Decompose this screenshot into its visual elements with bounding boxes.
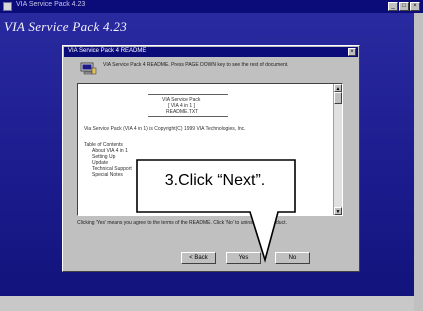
scroll-down-icon[interactable]: ▼	[334, 207, 342, 215]
dialog-titlebar[interactable]: VIA Service Pack 4 README ×	[64, 47, 358, 57]
readme-dialog: VIA Service Pack 4 README × VIA Service …	[62, 45, 360, 272]
dialog-close-button[interactable]: ×	[348, 48, 356, 56]
dialog-footer-text: Clicking 'Yes' means you agree to the te…	[77, 220, 287, 226]
scroll-thumb[interactable]	[334, 92, 342, 104]
readme-line: README.TXT	[166, 109, 199, 115]
window-frame-right	[414, 13, 423, 311]
readme-textbox[interactable]: VIA Service Pack [ VIA 4 in 1 ] README.T…	[77, 83, 343, 216]
cancel-button[interactable]: No	[275, 252, 310, 264]
back-button[interactable]: < Back	[181, 252, 216, 264]
outer-title: VIA Service Pack 4.23	[16, 1, 86, 8]
computer-icon	[80, 62, 97, 75]
outer-titlebar[interactable]: VIA Service Pack 4.23 _ □ ×	[0, 0, 423, 13]
next-button[interactable]: Yes	[226, 252, 261, 264]
app-icon	[3, 2, 12, 11]
minimize-button[interactable]: _	[388, 2, 398, 11]
maximize-button[interactable]: □	[399, 2, 409, 11]
readme-line: Via Service Pack (VIA 4 in 1) is Copyrig…	[84, 126, 246, 132]
readme-line: Special Notes	[92, 172, 123, 178]
callout-text: 3.Click “Next”.	[164, 172, 266, 189]
window-controls: _ □ ×	[388, 2, 420, 11]
close-button[interactable]: ×	[410, 2, 420, 11]
scroll-up-icon[interactable]: ▲	[334, 84, 342, 92]
readme-rule	[148, 94, 228, 95]
window-frame-bottom	[0, 296, 414, 311]
dialog-title: VIA Service Pack 4 README	[68, 48, 147, 54]
dialog-hint: VIA Service Pack 4 README. Press PAGE DO…	[103, 62, 289, 68]
installer-heading: VIA Service Pack 4.23	[4, 19, 128, 34]
readme-scrollbar[interactable]: ▲ ▼	[333, 84, 342, 215]
readme-rule	[148, 116, 228, 117]
